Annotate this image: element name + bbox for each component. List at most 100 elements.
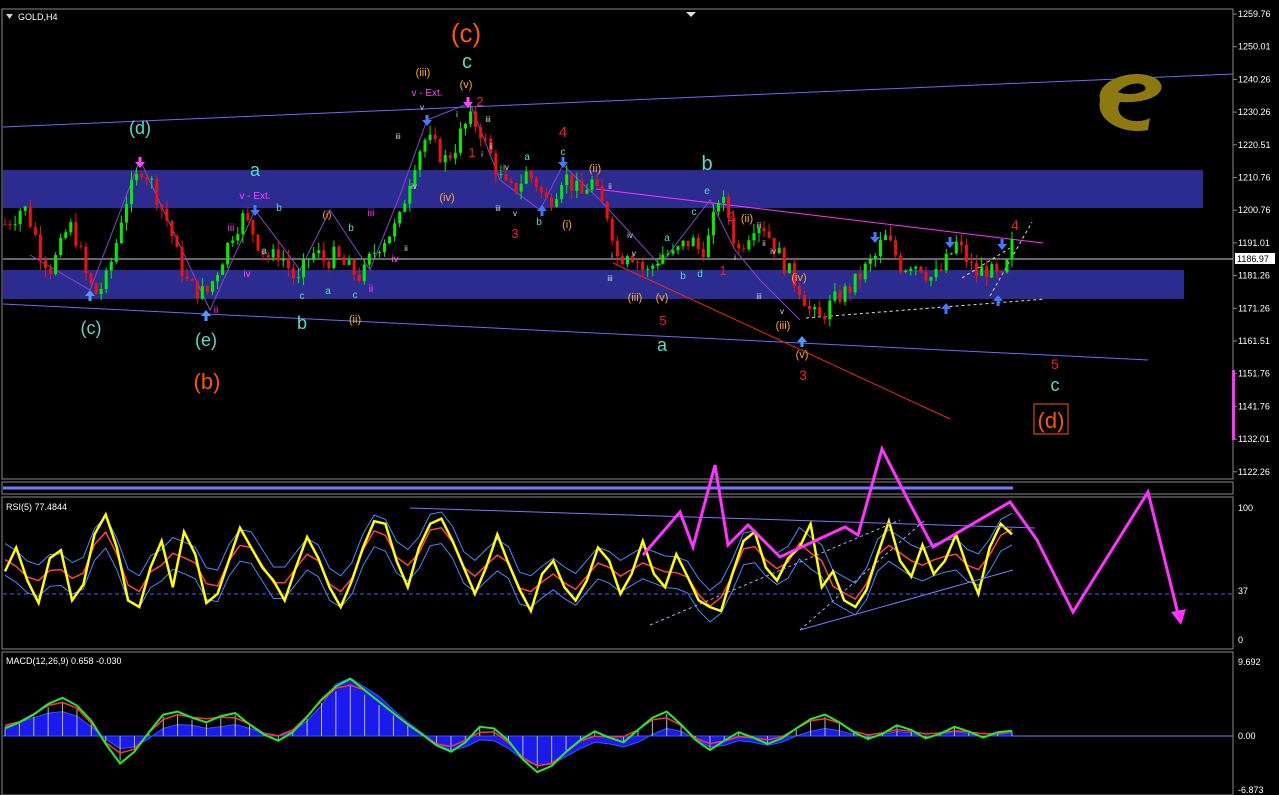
rsi-label: RSI(5) 77.4844 <box>6 502 67 512</box>
price-tick-label: 1151.76 <box>1238 369 1270 379</box>
wave-label: b <box>680 271 686 282</box>
price-tick-label: 1161.51 <box>1238 336 1270 346</box>
price-tick-label: 1230.26 <box>1238 107 1271 117</box>
wave-label: (ii) <box>741 213 753 225</box>
wave-label: (d) <box>129 118 151 138</box>
wave-label: (ii) <box>349 314 361 326</box>
price-tick-label: 1122.26 <box>1238 467 1270 477</box>
wave-label: 3 <box>511 226 518 241</box>
wave-label: a <box>657 335 668 355</box>
wave-label: a <box>261 246 267 257</box>
wave-label: (iii) <box>776 320 791 332</box>
macd-panel[interactable] <box>1 651 1234 795</box>
wave-label: (e) <box>195 330 217 350</box>
rsi-tick-label: 0 <box>1238 635 1243 645</box>
price-axis: 1259.76 1250.01 1240.26 1230.26 1220.51 1210.… <box>1233 9 1271 477</box>
wave-label: iv <box>243 269 250 280</box>
wave-label: a <box>524 152 530 163</box>
price-tick-label: 1171.26 <box>1238 303 1270 313</box>
candle <box>54 252 58 276</box>
sub-wave-label: i <box>481 150 483 159</box>
wave-label: e <box>704 186 710 197</box>
sub-wave-label: ii <box>489 142 493 151</box>
price-tick-label: 1220.51 <box>1238 140 1271 150</box>
candle <box>1005 258 1009 274</box>
price-tick-label: 1181.26 <box>1238 271 1270 281</box>
wave-label: v - Ext. <box>411 88 442 99</box>
wave-label: c <box>561 147 566 158</box>
price-tick-label: 1250.01 <box>1238 42 1271 52</box>
wave-label: (ii) <box>589 163 601 175</box>
sub-wave-label: ii <box>762 239 766 248</box>
rsi-tick-label: 100 <box>1238 503 1253 513</box>
sub-wave-label: ii <box>404 244 408 253</box>
price-tick-label: 1240.26 <box>1238 74 1271 84</box>
candle <box>853 273 857 296</box>
wave-label: (v) <box>796 349 809 361</box>
candle <box>605 200 609 222</box>
rsi-axis: 100 37 0 <box>1238 503 1253 645</box>
wave-label: (d) <box>1038 408 1065 433</box>
wave-label: c <box>300 291 305 302</box>
sub-wave-label: v <box>420 103 424 112</box>
demand-zone <box>3 270 1184 299</box>
price-tick-label: 1200.76 <box>1238 205 1271 215</box>
sub-wave-label: iii <box>756 221 762 230</box>
wave-label: a <box>664 233 670 244</box>
wave-label: 4 <box>559 124 567 141</box>
wave-label: b <box>297 313 307 333</box>
current-price-tag: 1186.97 <box>1235 253 1275 264</box>
candle <box>337 245 341 259</box>
wave-label: a <box>250 160 261 180</box>
wave-label: (iii) <box>628 292 643 304</box>
sub-wave-label: i <box>659 252 661 261</box>
wave-label: iii <box>228 223 235 234</box>
wave-label: 1 <box>468 145 475 160</box>
candle <box>388 236 392 244</box>
wave-label: 2 <box>476 94 483 109</box>
wave-label: (iv) <box>439 192 454 204</box>
wave-label: (iii) <box>416 67 431 79</box>
candle <box>782 246 786 276</box>
sub-wave-label: iv <box>627 231 633 240</box>
wave-label: 5 <box>1051 356 1059 372</box>
rsi-tick-label: 37 <box>1238 586 1248 596</box>
price-tick-label: 1191.01 <box>1238 238 1270 248</box>
wave-label: d <box>697 269 703 280</box>
sub-wave-label: v <box>780 307 784 316</box>
price-tick-label: 1259.76 <box>1238 9 1271 19</box>
sub-wave-label: iii <box>495 204 501 213</box>
sub-wave-label: v <box>513 209 517 218</box>
wave-label: c <box>692 207 697 218</box>
wave-label: 5 <box>659 313 666 328</box>
wave-label: 2 <box>727 209 734 224</box>
candle <box>226 242 230 269</box>
wave-label: (v) <box>656 292 669 304</box>
symbol-label: GOLD,H4 <box>18 12 58 22</box>
chart-window: (c) c (iii) (v) v - Ext. 2 (d) 4 1 b a v - Ext. (iv)… <box>1 8 1275 795</box>
wave-label: (c) <box>81 318 102 338</box>
price-tick-label: 1141.76 <box>1238 401 1270 411</box>
sub-wave-label: i <box>734 253 736 262</box>
macd-tick-label: 0.00 <box>1238 731 1256 741</box>
macd-tick-label: 9.692 <box>1238 657 1261 667</box>
wave-label: (b) <box>194 369 221 394</box>
macd-label: MACD(12,26,9) 0.658 -0.030 <box>6 656 122 666</box>
wave-label: v - Ext. <box>239 191 270 202</box>
wave-label: 3 <box>799 367 807 383</box>
sub-wave-label: iv <box>411 182 417 191</box>
wave-label: (v) <box>460 79 473 91</box>
sub-wave-label: iv <box>503 163 509 172</box>
macd-tick-label: -6.873 <box>1238 785 1264 795</box>
wave-label: (i) <box>562 219 572 231</box>
sub-wave-label: i <box>611 251 613 260</box>
wave-label: c <box>1051 375 1060 395</box>
wave-label: 4 <box>1011 217 1019 233</box>
wave-label: (c) <box>451 18 481 48</box>
wave-label: b <box>348 223 354 234</box>
scrollbar-marker[interactable] <box>1232 370 1235 440</box>
sub-wave-label: iii <box>485 115 491 124</box>
price-tick-label: 1132.01 <box>1238 434 1270 444</box>
current-price-value: 1186.97 <box>1237 254 1269 264</box>
sub-wave-label: iii <box>756 292 762 301</box>
